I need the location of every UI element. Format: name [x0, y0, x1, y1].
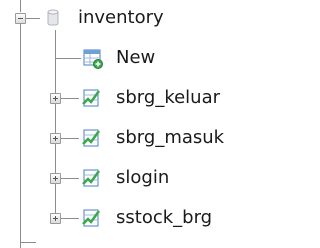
expand-toggle[interactable]	[50, 173, 61, 184]
table-icon	[82, 129, 101, 147]
table-label: sbrg_masuk	[116, 127, 225, 148]
tree-item-new[interactable]: New	[0, 40, 320, 76]
collapse-toggle[interactable]	[15, 13, 26, 24]
tree-connector-line	[55, 58, 81, 59]
table-icon	[82, 169, 101, 187]
table-icon	[82, 209, 101, 227]
tree-item-table[interactable]: slogin	[0, 160, 320, 196]
tree-item-table[interactable]: sbrg_masuk	[0, 120, 320, 156]
tree-item-database[interactable]: inventory	[0, 0, 320, 36]
table-label: sstock_brg	[116, 207, 213, 228]
tree-connector-line	[26, 18, 40, 19]
tree-item-table[interactable]: sbrg_keluar	[0, 80, 320, 116]
tree-connector-line	[61, 178, 79, 179]
tree-connector-line	[61, 98, 79, 99]
tree-item-table[interactable]: sstock_brg	[0, 200, 320, 236]
navigation-tree: inventory New sbrg_keluar sbrg_masuk slo…	[0, 0, 320, 248]
table-icon	[82, 89, 101, 107]
expand-toggle[interactable]	[50, 133, 61, 144]
expand-toggle[interactable]	[50, 93, 61, 104]
expand-toggle[interactable]	[50, 213, 61, 224]
tree-connector-line	[20, 242, 36, 243]
table-label: slogin	[116, 167, 170, 188]
database-icon	[47, 9, 59, 26]
new-table-icon	[83, 49, 103, 69]
new-label: New	[116, 47, 156, 68]
tree-connector-line	[61, 218, 79, 219]
tree-connector-line	[61, 138, 79, 139]
table-label: sbrg_keluar	[116, 87, 221, 108]
database-label: inventory	[78, 7, 164, 28]
